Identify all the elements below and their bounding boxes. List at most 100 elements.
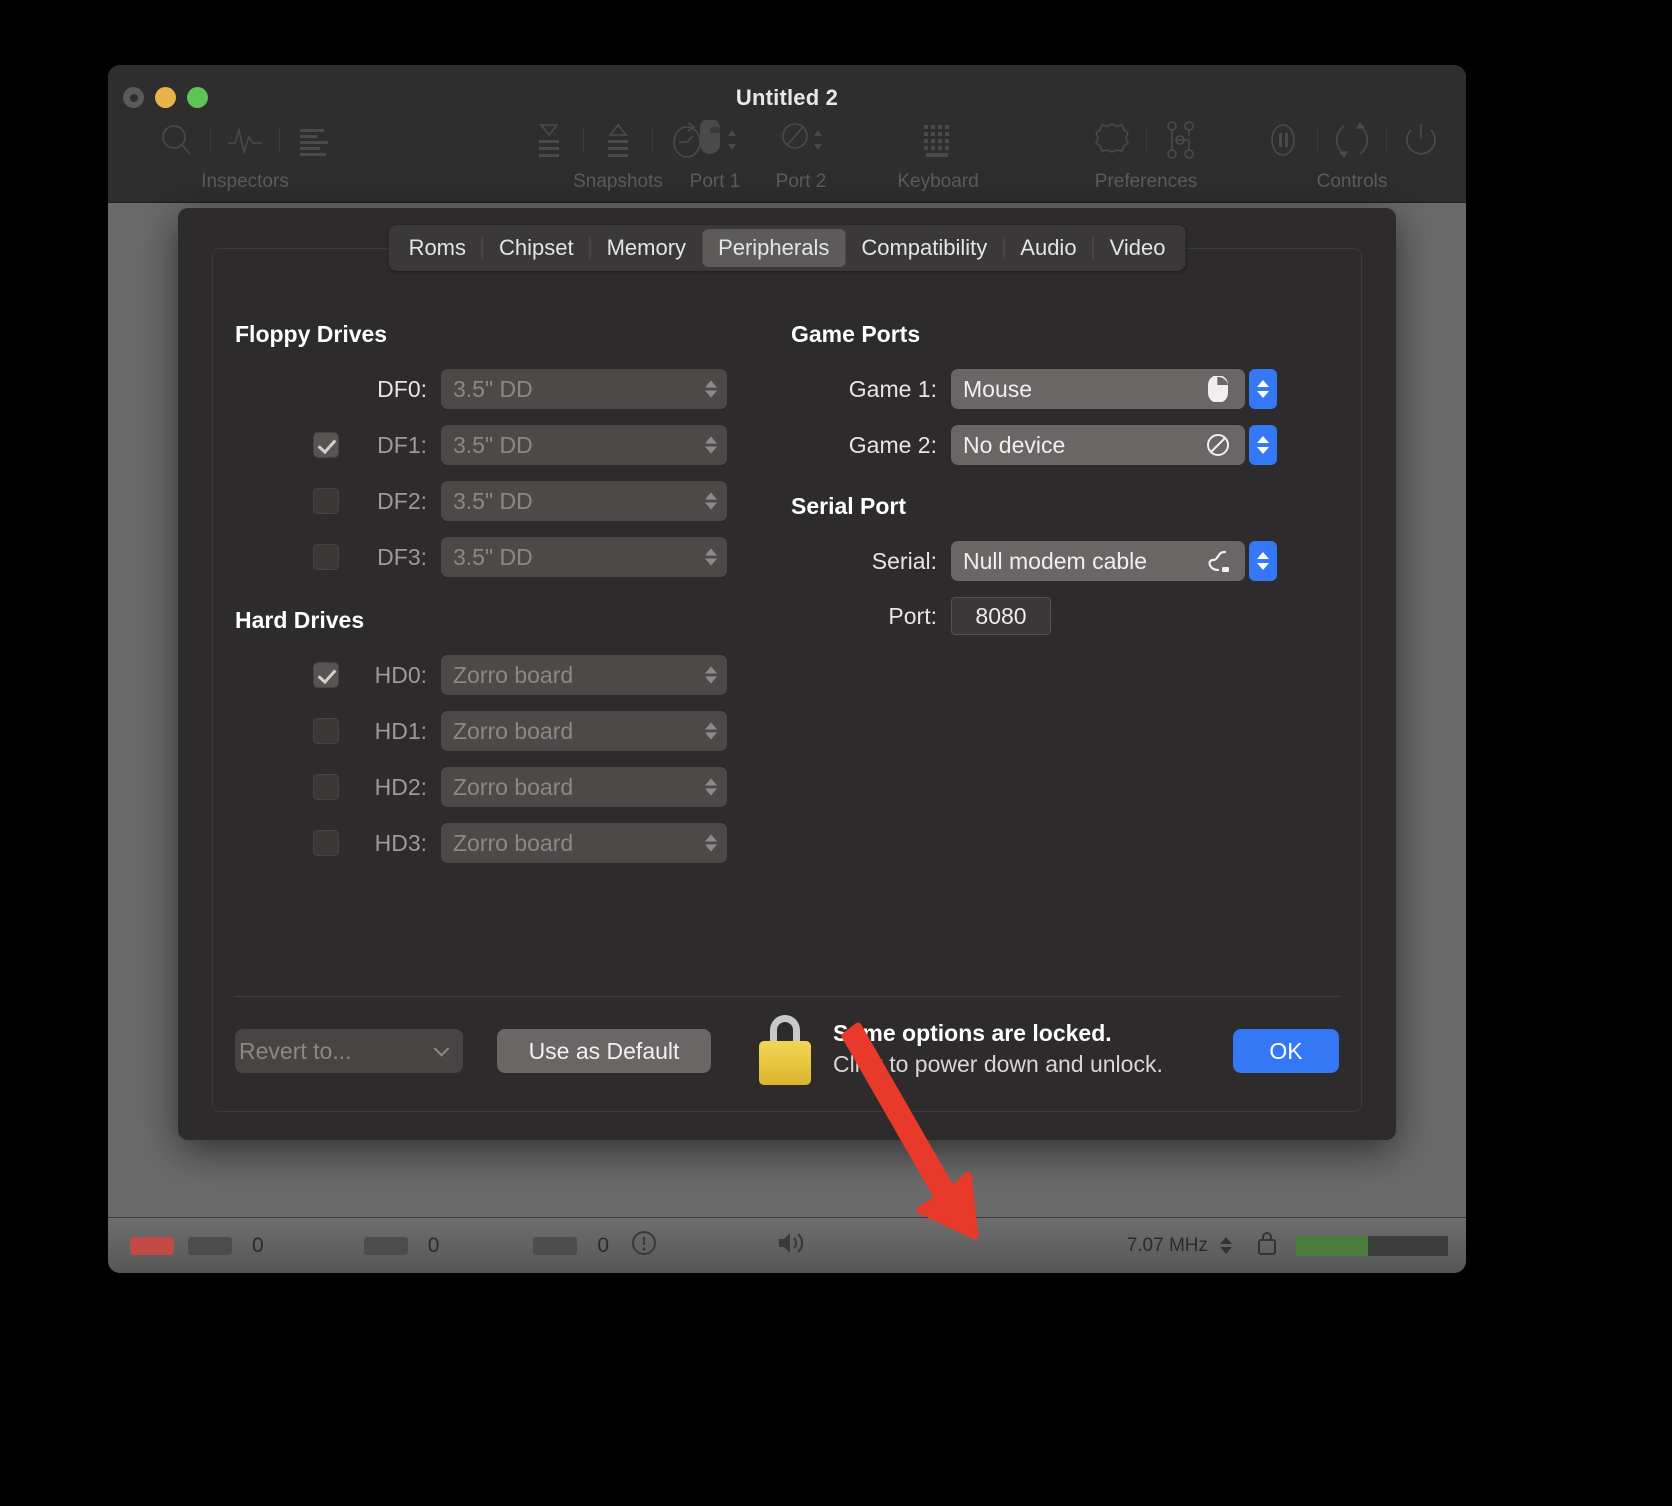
- lock-message: Some options are locked. Click to power …: [833, 1020, 1163, 1078]
- gameport-label-1: Game 1:: [848, 375, 937, 402]
- tab-roms[interactable]: Roms: [393, 229, 482, 267]
- floppy-label-df2: DF2:: [377, 487, 427, 514]
- toolbar-label-inspectors: Inspectors: [201, 171, 289, 192]
- power-meter-track: [1368, 1235, 1448, 1256]
- emulator-window: Untitled 2 Inspectors Snapshots Port 1 P…: [108, 65, 1466, 1273]
- keyboard-icon[interactable]: [878, 117, 998, 163]
- toolbar-label-keyboard: Keyboard: [897, 171, 979, 192]
- hd-select-hd2-value: Zorro board: [453, 773, 574, 800]
- floppy-checkbox-df1[interactable]: [313, 432, 339, 458]
- floppy-label-df1: DF1:: [377, 431, 427, 458]
- chevron-updown-icon: [705, 778, 717, 796]
- lock-status-area[interactable]: Some options are locked. Click to power …: [759, 1013, 1163, 1085]
- ok-label: OK: [1269, 1037, 1303, 1064]
- gameport-stepper-2[interactable]: [1249, 425, 1277, 465]
- hd-select-hd1[interactable]: Zorro board: [441, 711, 727, 751]
- pause-icon[interactable]: [1249, 117, 1317, 163]
- tab-memory[interactable]: Memory: [591, 229, 702, 267]
- gameport-label-2: Game 2:: [848, 431, 937, 458]
- hd-checkbox-hd0[interactable]: [313, 662, 339, 688]
- waveform-icon[interactable]: [211, 117, 279, 163]
- gameport-select-2[interactable]: No device: [951, 425, 1277, 465]
- hd-checkbox-hd2[interactable]: [313, 774, 339, 800]
- toolbar-group-preferences: Preferences: [1046, 117, 1246, 193]
- ok-button[interactable]: OK: [1233, 1029, 1339, 1073]
- toolbar-group-inspectors: Inspectors: [130, 117, 360, 193]
- hd-label-hd3: HD3:: [374, 829, 427, 856]
- tab-compatibility[interactable]: Compatibility: [845, 229, 1003, 267]
- power-meter-fill: [1296, 1235, 1368, 1256]
- floppy-select-df3[interactable]: 3.5" DD: [441, 537, 727, 577]
- tab-video[interactable]: Video: [1094, 229, 1182, 267]
- hd-checkbox-hd1[interactable]: [313, 718, 339, 744]
- floppy-checkbox-df2[interactable]: [313, 488, 339, 514]
- snapshot-restore-icon[interactable]: [584, 117, 652, 163]
- speaker-icon[interactable]: [773, 1229, 807, 1262]
- toolbar-label-port2: Port 2: [775, 171, 827, 192]
- serial-select-value: Null modem cable: [963, 547, 1148, 574]
- warning-icon[interactable]: [629, 1228, 659, 1263]
- hd-checkbox-hd3[interactable]: [313, 830, 339, 856]
- chevron-updown-icon: [705, 436, 717, 454]
- df1-led[interactable]: [188, 1236, 232, 1255]
- df-count-0: 0: [252, 1233, 264, 1257]
- serial-port-input[interactable]: 8080: [951, 597, 1051, 635]
- no-device-icon[interactable]: [756, 117, 846, 163]
- config-nodes-icon[interactable]: [1147, 117, 1215, 163]
- toolbar-group-port2: Port 2: [746, 117, 856, 193]
- gear-icon[interactable]: [1078, 117, 1146, 163]
- hd-select-hd3-value: Zorro board: [453, 829, 574, 856]
- padlock-closed-icon[interactable]: [759, 1013, 811, 1085]
- hd1-led[interactable]: [533, 1236, 578, 1255]
- serial-row: Serial: Null modem cable: [813, 541, 1277, 581]
- hd-label-hd1: HD1:: [374, 717, 427, 744]
- tab-chipset[interactable]: Chipset: [483, 229, 590, 267]
- revert-to-button[interactable]: Revert to...: [235, 1029, 463, 1073]
- chevron-updown-icon: [705, 834, 717, 852]
- toolbar: Inspectors Snapshots Port 1 Port 2 Keybo…: [108, 117, 1466, 203]
- hd0-led[interactable]: [363, 1236, 408, 1255]
- serial-port-label: Port:: [888, 602, 937, 629]
- section-title-serial-port: Serial Port: [791, 493, 907, 519]
- reset-icon[interactable]: [1318, 117, 1386, 163]
- floppy-select-df1[interactable]: 3.5" DD: [441, 425, 727, 465]
- no-device-icon: [1205, 432, 1231, 458]
- magnifier-icon[interactable]: [142, 117, 210, 163]
- lock-title: Some options are locked.: [833, 1020, 1112, 1046]
- section-title-game-ports: Game Ports: [791, 321, 921, 347]
- hd-select-hd3[interactable]: Zorro board: [441, 823, 727, 863]
- chevron-updown-icon: [705, 722, 717, 740]
- small-lock-icon[interactable]: [1256, 1229, 1278, 1262]
- tab-audio[interactable]: Audio: [1004, 229, 1092, 267]
- floppy-select-df2[interactable]: 3.5" DD: [441, 481, 727, 521]
- power-icon[interactable]: [1387, 117, 1455, 163]
- clock-stepper[interactable]: [1220, 1237, 1232, 1254]
- serial-stepper[interactable]: [1249, 541, 1277, 581]
- hd-label-hd2: HD2:: [374, 773, 427, 800]
- hd-row-hd0: HD0: Zorro board: [313, 655, 733, 695]
- clock-speed-label: 7.07 MHz: [1126, 1234, 1208, 1256]
- floppy-label-df3: DF3:: [377, 543, 427, 570]
- toolbar-label-preferences: Preferences: [1094, 171, 1198, 192]
- chevron-updown-icon: [705, 548, 717, 566]
- snapshot-take-icon[interactable]: [515, 117, 583, 163]
- sheet-footer: Revert to... Use as Default Some options…: [235, 1007, 1339, 1095]
- hd-select-hd2[interactable]: Zorro board: [441, 767, 727, 807]
- floppy-row-df0: DF0: 3.5" DD: [313, 369, 733, 409]
- gameport-row-2: Game 2: No device: [813, 425, 1277, 465]
- list-lines-icon[interactable]: [280, 117, 348, 163]
- gameport-select-1[interactable]: Mouse: [951, 369, 1277, 409]
- use-as-default-label: Use as Default: [528, 1037, 680, 1064]
- hd-select-hd0[interactable]: Zorro board: [441, 655, 727, 695]
- floppy-checkbox-df3[interactable]: [313, 544, 339, 570]
- tab-peripherals[interactable]: Peripherals: [702, 229, 846, 267]
- serial-select[interactable]: Null modem cable: [951, 541, 1277, 581]
- df0-led[interactable]: [130, 1236, 174, 1255]
- serial-port-row: Port: 8080: [813, 597, 1051, 635]
- gameport-stepper-1[interactable]: [1249, 369, 1277, 409]
- floppy-select-df0-value: 3.5" DD: [453, 375, 533, 402]
- hd-count-0: 0: [427, 1233, 440, 1257]
- floppy-label-df0: DF0:: [377, 375, 427, 402]
- use-as-default-button[interactable]: Use as Default: [497, 1029, 711, 1073]
- floppy-select-df0[interactable]: 3.5" DD: [441, 369, 727, 409]
